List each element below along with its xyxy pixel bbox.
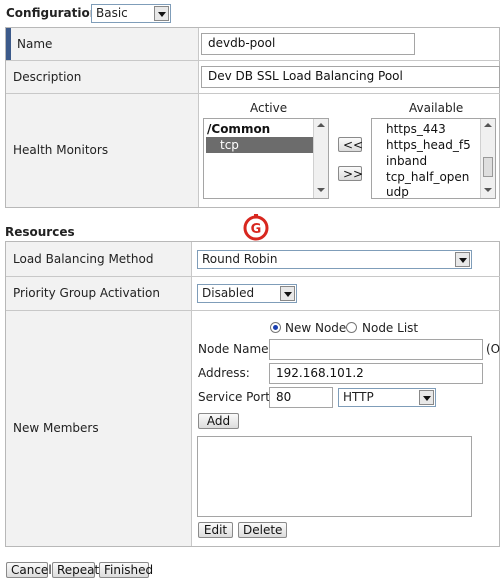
svg-text:G: G <box>251 222 262 237</box>
resources-title: Resources <box>5 225 75 239</box>
node-name-hint: (O <box>486 342 500 356</box>
description-input[interactable]: Dev DB SSL Load Balancing Pool <box>201 66 500 88</box>
active-heading: Active <box>250 101 288 115</box>
protocol-select[interactable]: HTTP <box>338 388 436 407</box>
protocol-value: HTTP <box>343 390 374 404</box>
list-item[interactable]: /Common <box>207 122 270 136</box>
active-monitors-list[interactable]: /Common tcp <box>203 118 329 199</box>
row-divider <box>6 60 500 61</box>
name-input[interactable]: devdb-pool <box>201 33 415 55</box>
scroll-up-icon[interactable] <box>481 121 495 131</box>
name-label: Name <box>17 37 53 51</box>
list-item[interactable]: tcp_half_open <box>386 170 469 184</box>
move-right-button[interactable]: >> <box>338 166 363 181</box>
configuration-label: Configuration: <box>6 6 104 20</box>
lb-method-label: Load Balancing Method <box>13 252 154 266</box>
available-heading: Available <box>409 101 464 115</box>
delete-button[interactable]: Delete <box>238 522 287 538</box>
list-item[interactable]: inband <box>386 154 427 168</box>
add-button[interactable]: Add <box>198 413 239 429</box>
node-name-label: Node Name: <box>198 342 273 356</box>
scroll-up-icon[interactable] <box>314 121 328 131</box>
node-list-label: Node List <box>362 321 419 335</box>
node-list-radio[interactable] <box>346 322 357 333</box>
cancel-button[interactable]: Cancel <box>6 562 52 578</box>
g-logo-icon: G <box>243 214 269 241</box>
selected-row-marker <box>6 28 11 60</box>
scrollbar[interactable] <box>480 119 495 198</box>
chevron-down-icon <box>280 286 295 301</box>
scroll-down-icon[interactable] <box>481 186 495 196</box>
configuration-value: Basic <box>96 6 128 20</box>
list-item[interactable]: https_head_f5 <box>386 138 471 152</box>
service-port-input[interactable]: 80 <box>269 387 333 408</box>
row-divider <box>6 93 500 94</box>
row-divider <box>6 276 500 277</box>
address-label: Address: <box>198 366 250 380</box>
list-item[interactable]: https_443 <box>386 122 446 136</box>
scroll-down-icon[interactable] <box>314 186 328 196</box>
service-port-label: Service Port: <box>198 390 274 404</box>
new-members-label: New Members <box>13 421 99 435</box>
lb-method-select[interactable]: Round Robin <box>197 250 472 269</box>
chevron-down-icon <box>419 390 434 405</box>
row-divider <box>6 310 500 311</box>
scrollbar[interactable] <box>313 119 328 198</box>
priority-group-value: Disabled <box>202 286 255 300</box>
chevron-down-icon <box>154 6 169 21</box>
finished-button[interactable]: Finished <box>99 562 153 578</box>
list-item[interactable]: tcp <box>220 138 239 152</box>
edit-button[interactable]: Edit <box>198 522 233 538</box>
configuration-select[interactable]: Basic <box>91 4 171 23</box>
chevron-down-icon <box>455 252 470 267</box>
node-name-input[interactable] <box>269 339 483 360</box>
label-column <box>6 28 199 207</box>
scroll-thumb[interactable] <box>483 157 493 177</box>
address-input[interactable]: 192.168.101.2 <box>269 363 483 384</box>
new-node-radio[interactable] <box>270 322 281 333</box>
move-left-button[interactable]: << <box>338 137 363 152</box>
lb-method-value: Round Robin <box>202 252 278 266</box>
description-label: Description <box>13 70 82 84</box>
members-list[interactable] <box>197 436 472 517</box>
available-monitors-list[interactable]: https_443 https_head_f5 inband tcp_half_… <box>371 118 496 199</box>
list-item[interactable]: udp <box>386 185 409 198</box>
health-monitors-label: Health Monitors <box>13 143 109 157</box>
new-node-label: New Node <box>285 321 347 335</box>
priority-group-select[interactable]: Disabled <box>197 284 297 303</box>
repeat-button[interactable]: Repeat <box>52 562 99 578</box>
priority-group-label: Priority Group Activation <box>13 286 160 300</box>
